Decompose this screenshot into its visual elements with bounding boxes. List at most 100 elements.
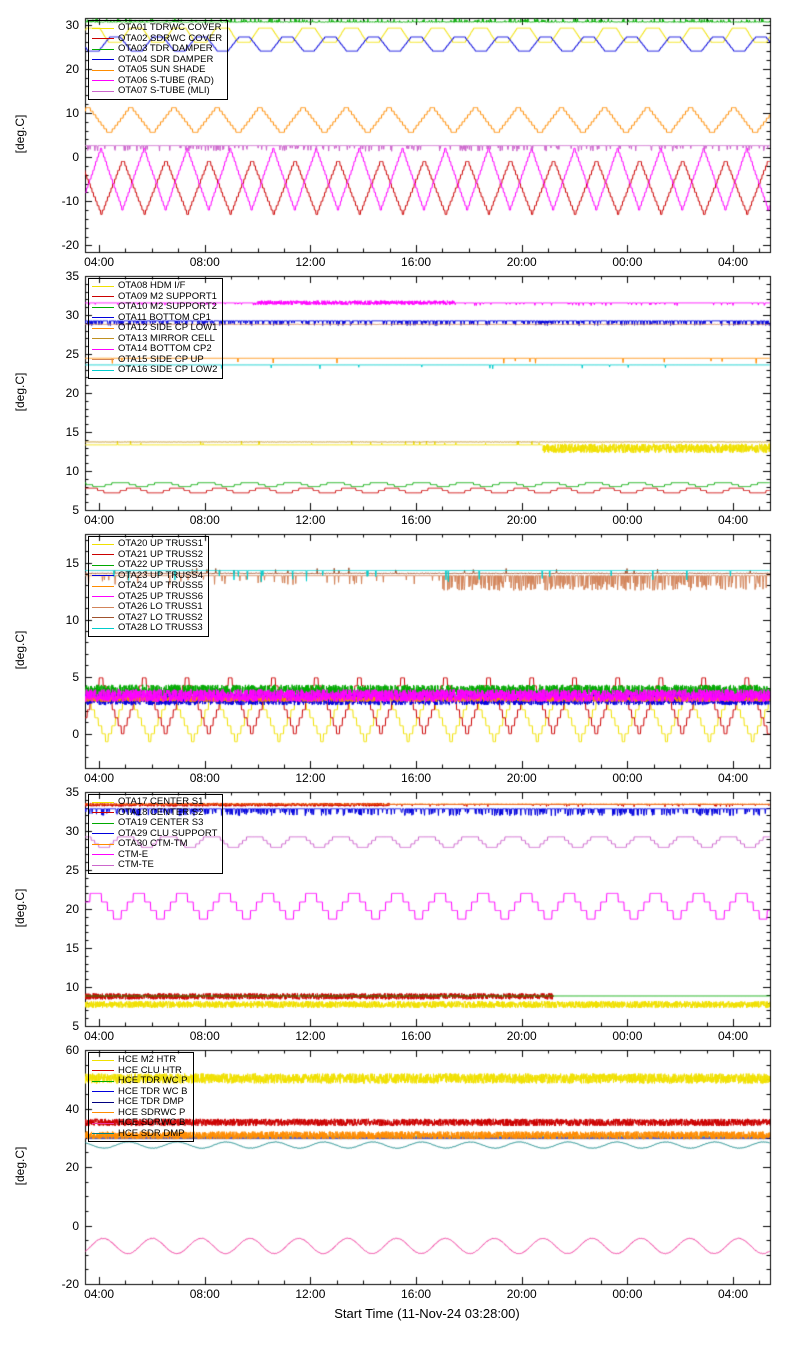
y-tick-label: -10	[61, 194, 79, 209]
panel-1-legend: OTA01 TDRWC COVER OTA02 SDRWC COVER OTA03 …	[88, 20, 229, 100]
legend-line-swatch	[92, 48, 114, 50]
legend-line-swatch	[92, 543, 114, 545]
legend-label: OTA28 LO TRUSS3	[118, 622, 203, 633]
y-tick-label: 35	[65, 785, 79, 799]
y-tick-label: 30	[65, 308, 79, 322]
legend-row: CTM-TE	[92, 859, 217, 871]
y-axis-label: [deg.C]	[13, 1146, 27, 1186]
legend-row: OTA05 SUN SHADE	[92, 64, 222, 76]
x-tick-label: 00:00	[612, 513, 643, 527]
legend-label: HCE M2 HTR	[118, 1054, 177, 1065]
legend-label: HCE SDR DMP	[118, 1127, 185, 1139]
legend-row: OTA10 M2 SUPPORT2	[92, 301, 217, 313]
y-axis-label: [deg.C]	[13, 630, 27, 670]
y-tick-label: 20	[65, 1160, 79, 1174]
y-axis-label: [deg.C]	[13, 114, 27, 154]
panel-2-legend: OTA08 HDM I/F OTA09 M2 SUPPORT1 OTA10 M2 S…	[88, 278, 224, 379]
y-tick-label: 10	[65, 612, 79, 627]
x-tick-label: 00:00	[612, 771, 643, 785]
legend-row: OTA30 CTM-TM	[92, 838, 217, 850]
y-tick-label: 5	[72, 503, 79, 517]
legend-row: CTM-E	[92, 849, 217, 861]
legend-row: OTA14 BOTTOM CP2	[92, 343, 217, 355]
x-tick-label: 08:00	[189, 513, 220, 527]
legend-label: OTA12 SIDE CP LOW1	[118, 322, 218, 333]
legend-line-swatch	[92, 833, 114, 835]
x-tick-label: 00:00	[612, 1029, 643, 1043]
legend-line-swatch	[92, 359, 114, 361]
y-tick-label: 20	[65, 61, 79, 76]
x-tick-label: 08:00	[189, 1287, 220, 1301]
y-tick-label: 20	[65, 902, 79, 916]
y-tick-label: -20	[61, 1277, 79, 1291]
legend-row: OTA24 UP TRUSS5	[92, 580, 203, 592]
x-tick-label: 12:00	[295, 1287, 326, 1301]
x-tick-label: 16:00	[401, 513, 432, 527]
legend-line-swatch	[92, 1059, 114, 1061]
legend-line-swatch	[92, 327, 114, 329]
legend-row: OTA07 S-TUBE (MLI)	[92, 85, 222, 97]
y-tick-label: 5	[72, 1019, 79, 1033]
x-tick-label: 08:00	[189, 255, 220, 269]
legend-row: OTA12 SIDE CP LOW1	[92, 322, 218, 334]
x-tick-label: 04:00	[84, 1287, 115, 1301]
legend-line-swatch	[92, 1101, 114, 1103]
legend-line-swatch	[92, 864, 114, 866]
y-tick-label: 10	[65, 464, 79, 478]
y-tick-label: 10	[65, 105, 79, 120]
legend-label: HCE TDR WC P	[118, 1075, 188, 1086]
legend-row: HCE SDR DMP	[92, 1127, 188, 1140]
legend-line-swatch	[92, 801, 114, 803]
panel-1-ota-covers-dampers: [deg.C] -20 -10 0 10 20 30 04:00 08:00 12:00 16:00…	[0, 14, 800, 272]
y-tick-label: 5	[72, 669, 79, 684]
y-tick-label: -20	[61, 238, 79, 253]
y-tick-label: 15	[65, 941, 79, 955]
legend-row: OTA16 SIDE CP LOW2	[92, 364, 217, 376]
legend-line-swatch	[92, 80, 114, 82]
y-tick-label: 20	[65, 386, 79, 400]
legend-line-swatch	[92, 627, 114, 629]
x-tick-label: 04:00	[718, 513, 749, 527]
y-tick-label: 35	[65, 269, 79, 283]
legend-line-swatch	[92, 285, 114, 287]
legend-label: OTA30 CTM-TM	[118, 838, 188, 849]
x-tick-label: 20:00	[506, 513, 537, 527]
x-tick-label: 16:00	[401, 255, 432, 269]
legend-label: OTA08 HDM I/F	[118, 280, 186, 291]
telemetry-figure: [deg.C] -20 -10 0 10 20 30 04:00 08:00 12:00 16:00…	[0, 0, 800, 1304]
legend-line-swatch	[92, 69, 114, 71]
legend-label: OTA10 M2 SUPPORT2	[118, 301, 217, 312]
panel-3-legend: OTA20 UP TRUSS1 OTA21 UP TRUSS2 OTA22 UP T…	[88, 536, 210, 637]
legend-line-swatch	[92, 1122, 114, 1124]
panel-5-legend: HCE M2 HTR HCE CLU HTR HCE TDR WC P HCE TDR…	[88, 1052, 194, 1142]
legend-line-swatch	[92, 27, 114, 29]
legend-label: OTA07 S-TUBE (MLI)	[118, 85, 210, 96]
legend-line-swatch	[92, 606, 114, 608]
legend-line-swatch	[92, 317, 114, 319]
x-tick-label: 00:00	[612, 1287, 643, 1301]
legend-label: OTA22 UP TRUSS3	[118, 559, 204, 570]
legend-row: OTA19 CENTER S3	[92, 817, 217, 829]
legend-label: OTA20 UP TRUSS1	[118, 538, 204, 549]
legend-line-swatch	[92, 348, 114, 350]
x-tick-label: 12:00	[295, 513, 326, 527]
y-tick-label: 0	[72, 726, 79, 741]
x-tick-label: 20:00	[506, 1029, 537, 1043]
legend-line-swatch	[92, 90, 114, 92]
legend-line-swatch	[92, 585, 114, 587]
legend-line-swatch	[92, 812, 114, 814]
legend-row: OTA17 CENTER S1	[92, 796, 217, 808]
y-tick-label: 0	[72, 1218, 79, 1233]
x-tick-label: 08:00	[189, 1029, 220, 1043]
legend-line-swatch	[92, 822, 114, 824]
legend-row: OTA26 LO TRUSS1	[92, 601, 203, 613]
y-tick-label: 30	[65, 17, 79, 32]
legend-line-swatch	[92, 854, 114, 856]
legend-line-swatch	[92, 338, 114, 340]
legend-label: OTA17 CENTER S1	[118, 796, 204, 807]
legend-label: OTA19 CENTER S3	[118, 817, 204, 828]
legend-line-swatch	[92, 1091, 114, 1093]
y-axis-label: [deg.C]	[13, 372, 27, 412]
legend-row: OTA28 LO TRUSS3	[92, 622, 203, 634]
x-tick-label: 16:00	[401, 1287, 432, 1301]
